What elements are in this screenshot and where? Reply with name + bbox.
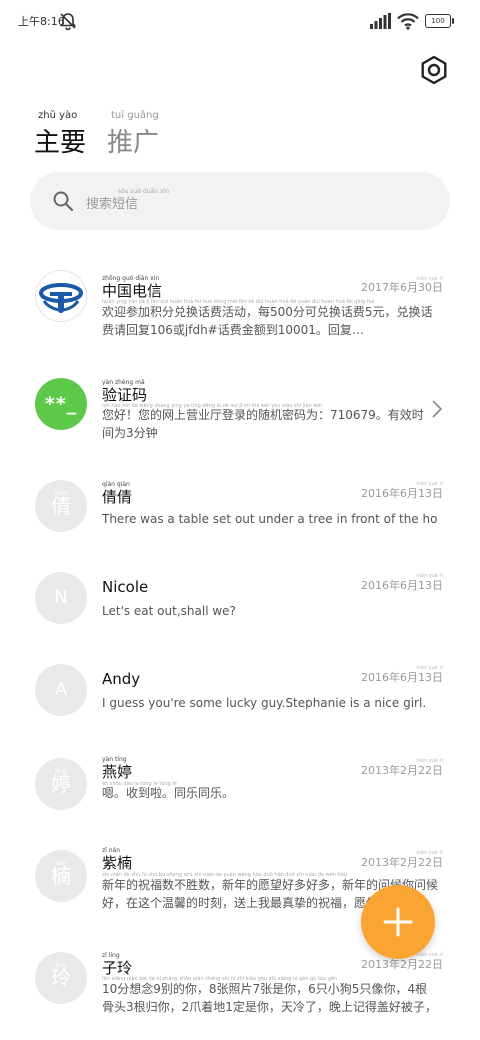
message-row[interactable]: **_ yàn zhèng mǎ 验证码 nín hǎo nín de wǎng…: [0, 360, 480, 452]
avatar-initial: 倩: [51, 494, 71, 518]
message-preview: 10分想念9别的你，8张照片7张是你，6只小狗5只像你，4根骨头3根归你，2爪着…: [102, 982, 437, 1014]
new-message-button[interactable]: [361, 885, 435, 959]
avatar: N: [35, 572, 87, 624]
message-preview: 您好！您的网上营业厅登录的随机密码为：710679。有效时间为3分钟: [102, 408, 424, 440]
chevron-right-icon[interactable]: [430, 398, 444, 420]
avatar-initial: N: [54, 587, 68, 608]
message-date: 2016年6月13日: [361, 671, 443, 684]
contact-name: Nicole: [102, 578, 149, 596]
contact-name: 燕婷: [102, 763, 133, 781]
wifi-icon: [397, 13, 419, 30]
tab-promo-label: 推广: [107, 128, 160, 158]
message-row[interactable]: zhōng guó diàn xìn 中国电信 nián yuè rì 2017…: [0, 250, 480, 342]
message-date: 2016年6月13日: [361, 579, 443, 592]
cell-signal-icon: [370, 13, 391, 29]
avatar-initial: **_: [44, 393, 78, 415]
contact-name: 紫楠: [102, 854, 133, 872]
china-telecom-logo: [39, 283, 83, 313]
avatar: [35, 270, 87, 322]
avatar: nán 楠: [35, 850, 87, 902]
battery-icon: 100: [425, 14, 455, 28]
message-row[interactable]: A Andy nián yuè rì 2016年6月13日 I guess yo…: [0, 644, 480, 736]
settings-hexagon-icon[interactable]: [418, 54, 450, 86]
bell-muted-icon: [59, 13, 77, 31]
avatar-initial: 玲: [51, 966, 71, 990]
message-row[interactable]: N Nicole nián yuè rì 2016年6月13日 Let's ea…: [0, 552, 480, 644]
avatar-initial: 楠: [51, 864, 71, 888]
contact-name: Andy: [102, 670, 141, 688]
contact-name: 验证码: [102, 386, 148, 404]
search-icon: [53, 191, 74, 212]
contact-name: 倩倩: [102, 488, 133, 506]
tab-promo-ruby: tuī guǎng: [111, 110, 159, 121]
avatar: A: [35, 664, 87, 716]
message-row[interactable]: tíng 婷 yàn tíng 燕婷 nián yuè rì 2013年2月22…: [0, 738, 480, 830]
message-date: 2017年6月30日: [361, 281, 443, 294]
avatar: qiàn 倩: [35, 480, 87, 532]
avatar: tíng 婷: [35, 758, 87, 810]
message-preview: 嗯。收到啦。同乐同乐。: [102, 786, 235, 800]
battery-level: 100: [425, 14, 451, 28]
contact-name: 中国电信: [102, 282, 163, 300]
tab-main-label: 主要: [34, 128, 87, 158]
avatar-initial: 婷: [51, 772, 71, 796]
message-preview: I guess you're some lucky guy.Stephanie …: [102, 696, 427, 710]
message-date: 2013年2月22日: [361, 856, 443, 869]
search-bar[interactable]: sōu suǒ duǎn xìn 搜索短信: [30, 172, 450, 230]
message-date: 2016年6月13日: [361, 487, 443, 500]
search-input[interactable]: 搜索短信: [86, 193, 138, 212]
avatar-initial: A: [54, 679, 68, 700]
message-preview: There was a table set out under a tree i…: [102, 512, 438, 526]
avatar: **_: [35, 378, 87, 430]
status-bar: 上午8:16 100: [0, 0, 480, 42]
plus-icon: [383, 907, 413, 937]
message-date: 2013年2月22日: [361, 764, 443, 777]
message-row[interactable]: qiàn 倩 qiàn qiàn 倩倩 nián yuè rì 2016年6月1…: [0, 460, 480, 552]
contact-name: 子玲: [102, 959, 133, 977]
message-preview: 欢迎参加积分兑换话费活动，每500分可兑换话费5元，兑换话费请回复106或jfd…: [102, 305, 433, 337]
message-preview: Let's eat out,shall we?: [102, 604, 236, 618]
avatar: líng 玲: [35, 952, 87, 1004]
tab-main-ruby: zhǔ yào: [38, 110, 78, 121]
